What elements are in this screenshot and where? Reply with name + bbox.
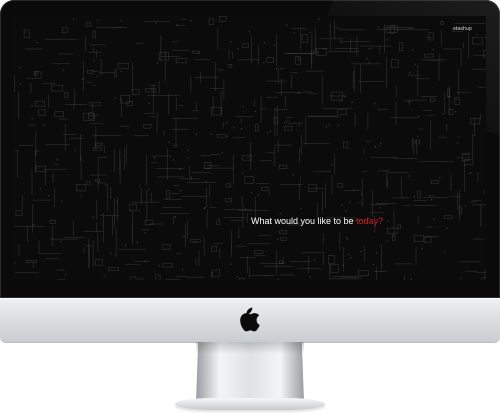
monitor-bezel: stashup What would you like to be today? [0,0,500,298]
tagline-highlight: today? [356,216,384,226]
stand-shadow [196,342,304,354]
tagline-text: What would you like to be [251,216,357,226]
imac-device: stashup What would you like to be today? [0,0,500,413]
screen: stashup What would you like to be today? [14,16,486,280]
stand-foot [175,398,325,410]
hero-tagline: What would you like to be today? [251,216,383,226]
apple-icon [240,307,260,332]
site-logo[interactable]: stashup [453,26,472,32]
circuit-schematic-background [14,16,486,280]
